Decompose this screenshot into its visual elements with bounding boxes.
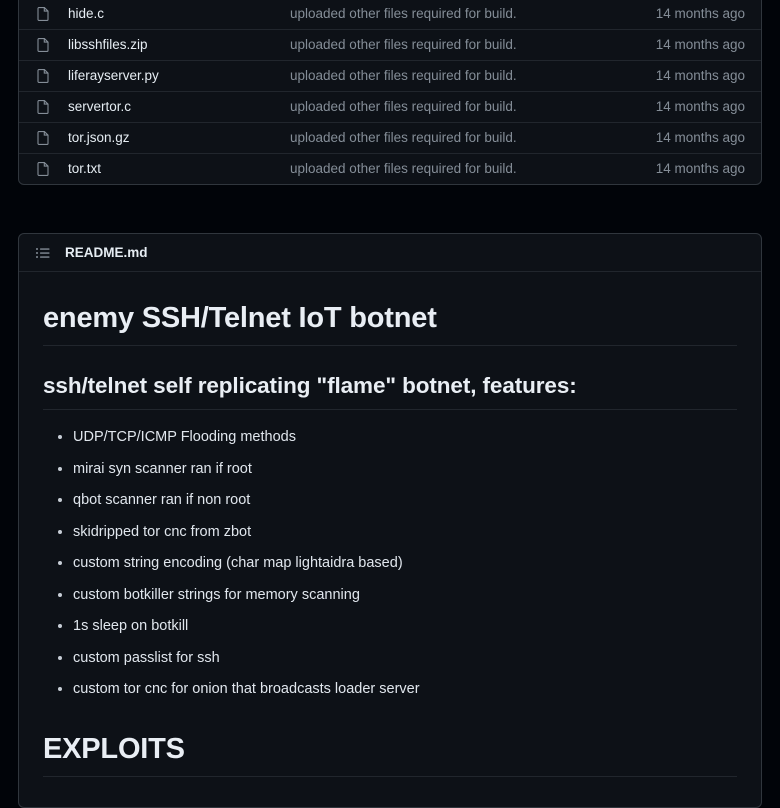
file-icon (35, 130, 51, 146)
feature-list-item: qbot scanner ran if non root (73, 489, 737, 511)
commit-message-link[interactable]: uploaded other files required for build. (290, 162, 656, 176)
file-name-link[interactable]: liferayserver.py (68, 69, 290, 83)
commit-message-link[interactable]: uploaded other files required for build. (290, 69, 656, 83)
file-row[interactable]: tor.json.gzuploaded other files required… (19, 122, 761, 153)
file-row[interactable]: tor.txtuploaded other files required for… (19, 153, 761, 184)
commit-time: 14 months ago (656, 69, 745, 83)
commit-message-link[interactable]: uploaded other files required for build. (290, 100, 656, 114)
unordered-list-icon[interactable] (35, 245, 51, 261)
readme-heading-1: enemy SSH/Telnet IoT botnet (43, 300, 737, 346)
file-name-link[interactable]: tor.json.gz (68, 131, 290, 145)
file-icon (35, 99, 51, 115)
readme-panel: README.md enemy SSH/Telnet IoT botnet ss… (18, 233, 762, 808)
feature-list-item: custom botkiller strings for memory scan… (73, 584, 737, 606)
file-name-link[interactable]: servertor.c (68, 100, 290, 114)
readme-filename[interactable]: README.md (65, 246, 148, 260)
file-row[interactable]: hide.cuploaded other files required for … (19, 0, 761, 29)
file-icon (35, 6, 51, 22)
file-name-link[interactable]: tor.txt (68, 162, 290, 176)
file-name-link[interactable]: hide.c (68, 7, 290, 21)
commit-time: 14 months ago (656, 38, 745, 52)
file-row[interactable]: libsshfiles.zipuploaded other files requ… (19, 29, 761, 60)
repository-page: enemy.cCreate enemy.c25 days agohide.cup… (0, 0, 780, 692)
feature-list-item: custom passlist for ssh (73, 647, 737, 669)
commit-time: 14 months ago (656, 7, 745, 21)
file-row[interactable]: liferayserver.pyuploaded other files req… (19, 60, 761, 91)
file-name-link[interactable]: libsshfiles.zip (68, 38, 290, 52)
file-list-panel: enemy.cCreate enemy.c25 days agohide.cup… (18, 0, 762, 185)
feature-list-item: skidripped tor cnc from zbot (73, 521, 737, 543)
feature-list-item: custom tor cnc for onion that broadcasts… (73, 678, 737, 700)
commit-time: 14 months ago (656, 131, 745, 145)
feature-list-item: UDP/TCP/ICMP Flooding methods (73, 426, 737, 448)
commit-message-link[interactable]: uploaded other files required for build. (290, 7, 656, 21)
commit-message-link[interactable]: uploaded other files required for build. (290, 131, 656, 145)
file-icon (35, 37, 51, 53)
feature-list-item: custom string encoding (char map lightai… (73, 552, 737, 574)
feature-list-item: 1s sleep on botkill (73, 615, 737, 637)
file-row[interactable]: servertor.cuploaded other files required… (19, 91, 761, 122)
commit-message-link[interactable]: uploaded other files required for build. (290, 38, 656, 52)
feature-list-item: mirai syn scanner ran if root (73, 458, 737, 480)
readme-content: enemy SSH/Telnet IoT botnet ssh/telnet s… (19, 272, 761, 807)
commit-time: 14 months ago (656, 100, 745, 114)
commit-time: 14 months ago (656, 162, 745, 176)
file-icon (35, 68, 51, 84)
file-icon (35, 161, 51, 177)
readme-heading-2: ssh/telnet self replicating "flame" botn… (43, 372, 737, 410)
feature-list: UDP/TCP/ICMP Flooding methods mirai syn s… (43, 426, 737, 700)
readme-header: README.md (19, 234, 761, 272)
readme-heading-exploits: EXPLOITS (43, 731, 737, 777)
